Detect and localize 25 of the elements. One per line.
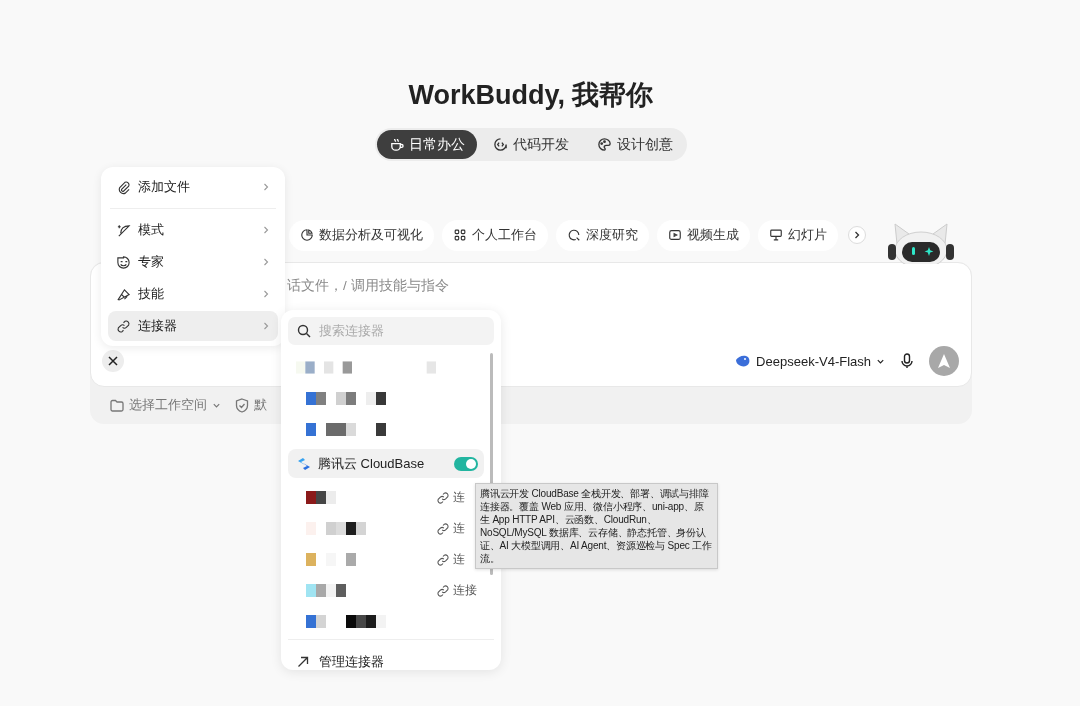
menu-item[interactable]: 连接器 bbox=[108, 311, 278, 341]
quick-chip[interactable]: 深度研究 bbox=[556, 219, 649, 251]
tooltip: 腾讯云开发 CloudBase 全栈开发、部署、调试与排障连接器。覆盖 Web 应用、微信小程序、uni-app、原生 App HTTP API、云函数、CloudRun、NoSQL/MySQL 数据库、云存储、静态托管、身份认证、AI 大模型调用、AI Agent、资源巡检与 Spec 工作流。 bbox=[475, 483, 718, 569]
quick-chip[interactable]: 视频生成 bbox=[657, 219, 750, 251]
menu-item[interactable]: 专家 bbox=[108, 247, 278, 277]
manage-connectors-link[interactable]: 管理连接器 bbox=[288, 640, 393, 684]
connect-link[interactable]: 连 bbox=[436, 489, 465, 506]
menu-item[interactable]: 添加文件 bbox=[108, 172, 278, 202]
mode-tab[interactable]: 设计创意 bbox=[585, 130, 685, 159]
quick-chip[interactable]: 个人工作台 bbox=[442, 219, 548, 251]
page-title: WorkBuddy, 我帮你 bbox=[408, 79, 654, 112]
quick-chip[interactable]: 幻灯片 bbox=[758, 219, 838, 251]
connect-link[interactable]: 连接 bbox=[436, 582, 477, 599]
mode-tab[interactable]: 代码开发 bbox=[481, 130, 581, 159]
workspace-selector[interactable]: 选择工作空间 bbox=[110, 396, 221, 414]
connect-link[interactable]: 连 bbox=[436, 551, 465, 568]
model-selector[interactable]: Deepseek-V4-Flash bbox=[735, 353, 885, 369]
quick-chip[interactable]: 数据分析及可视化 bbox=[289, 219, 434, 251]
connector-name: 腾讯云 CloudBase bbox=[318, 454, 426, 473]
menu-item[interactable]: 模式 bbox=[108, 215, 278, 245]
connect-link[interactable]: 连 bbox=[436, 520, 465, 537]
mode-tab[interactable]: 日常办公 bbox=[377, 130, 477, 159]
permission-selector[interactable]: 默 bbox=[235, 396, 267, 414]
connector-item[interactable]: 腾讯云 CloudBase bbox=[288, 449, 484, 478]
menu-item[interactable]: 技能 bbox=[108, 279, 278, 309]
